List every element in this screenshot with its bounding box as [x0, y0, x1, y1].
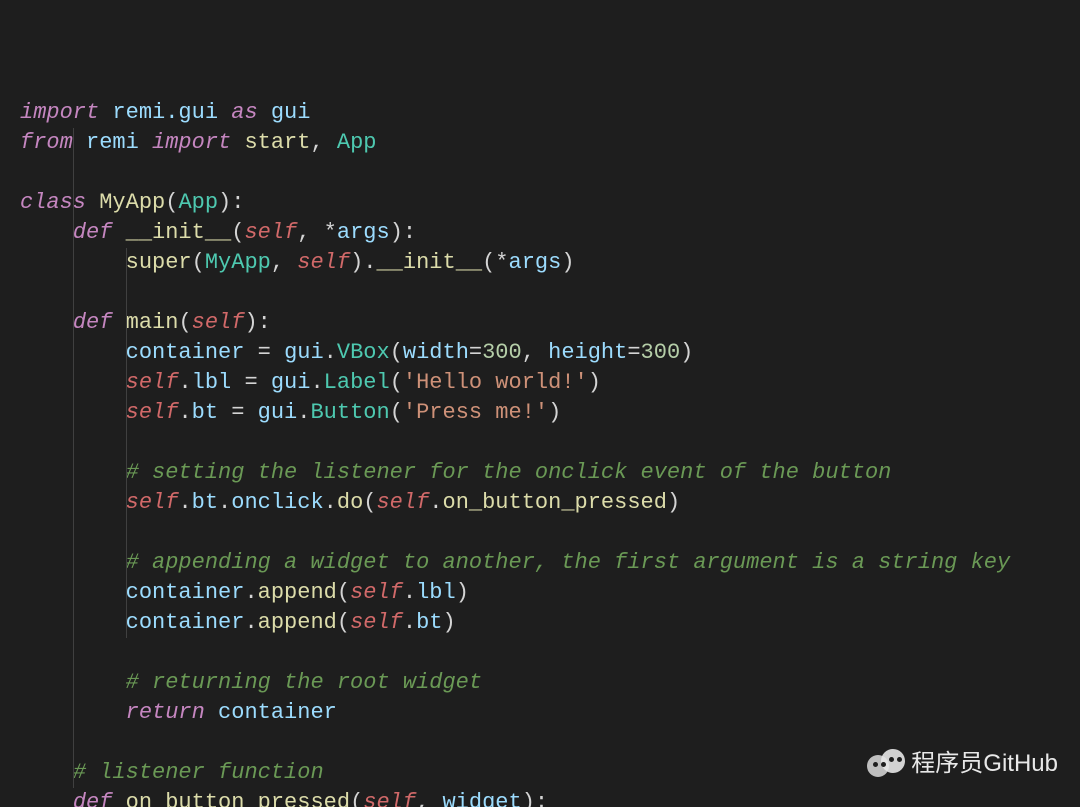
code-line: self.bt = gui.Button('Press me!') — [20, 398, 1070, 428]
code-line: import remi.gui as gui — [20, 98, 1070, 128]
code-line: def on_button_pressed(self, widget): — [20, 788, 1070, 807]
code-line: container = gui.VBox(width=300, height=3… — [20, 338, 1070, 368]
code-line — [20, 428, 1070, 458]
code-line: # appending a widget to another, the fir… — [20, 548, 1070, 578]
code-line: return container — [20, 698, 1070, 728]
code-line: # listener function — [20, 758, 1070, 788]
code-line: self.lbl = gui.Label('Hello world!') — [20, 368, 1070, 398]
code-line: def main(self): — [20, 308, 1070, 338]
code-line: container.append(self.bt) — [20, 608, 1070, 638]
code-line: def __init__(self, *args): — [20, 218, 1070, 248]
code-line — [20, 158, 1070, 188]
code-line: super(MyApp, self).__init__(*args) — [20, 248, 1070, 278]
code-line: from remi import start, App — [20, 128, 1070, 158]
code-line — [20, 278, 1070, 308]
code-line: # returning the root widget — [20, 668, 1070, 698]
code-editor[interactable]: import remi.gui as guifrom remi import s… — [0, 0, 1080, 807]
code-line: self.bt.onclick.do(self.on_button_presse… — [20, 488, 1070, 518]
code-line: class MyApp(App): — [20, 188, 1070, 218]
code-line: container.append(self.lbl) — [20, 578, 1070, 608]
code-line — [20, 638, 1070, 668]
code-line: # setting the listener for the onclick e… — [20, 458, 1070, 488]
code-line — [20, 728, 1070, 758]
code-line — [20, 518, 1070, 548]
code-content: import remi.gui as guifrom remi import s… — [20, 98, 1070, 807]
